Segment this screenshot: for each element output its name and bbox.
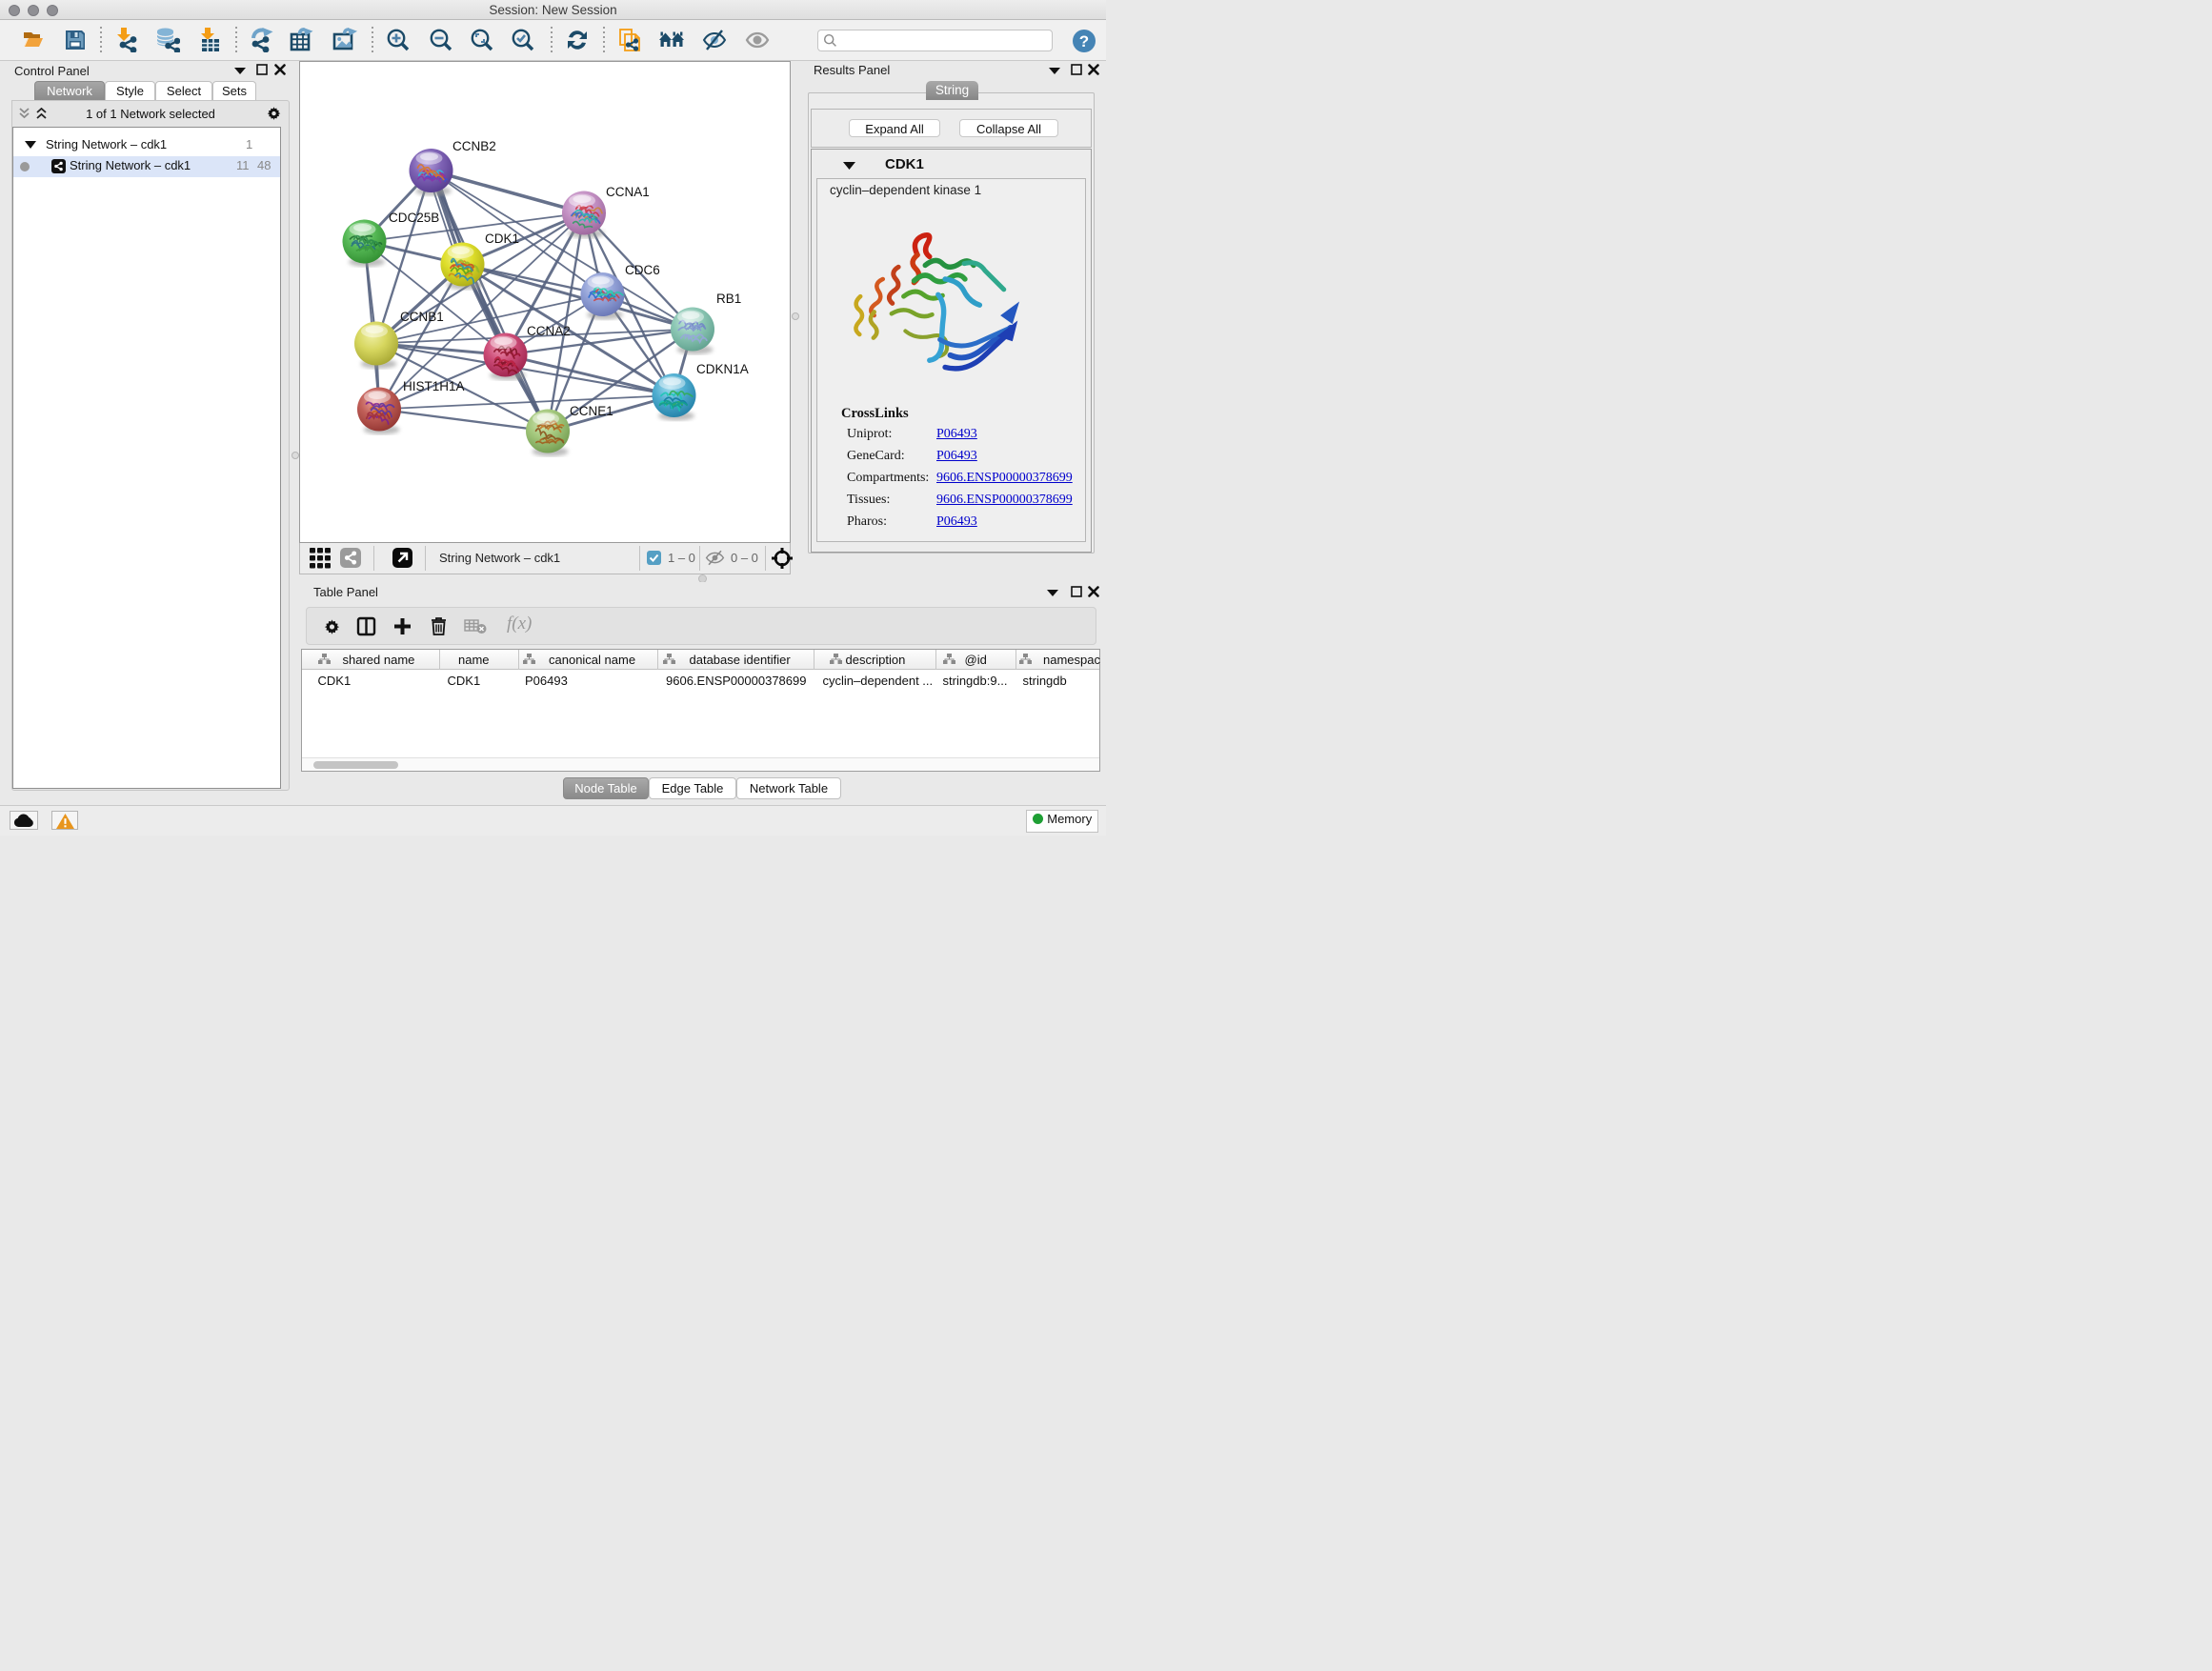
svg-text:CDC6: CDC6 xyxy=(625,263,660,277)
svg-text:CCNA2: CCNA2 xyxy=(527,324,571,338)
svg-text:?: ? xyxy=(1079,32,1089,50)
svg-text:RB1: RB1 xyxy=(716,292,741,306)
svg-text:CCNB2: CCNB2 xyxy=(452,139,496,153)
svg-text:CCNB1: CCNB1 xyxy=(400,310,444,324)
svg-text:CDC25B: CDC25B xyxy=(389,211,439,225)
svg-text:CDK1: CDK1 xyxy=(485,232,519,246)
svg-text:CCNE1: CCNE1 xyxy=(570,404,613,418)
svg-text:HIST1H1A: HIST1H1A xyxy=(403,379,465,393)
svg-text:CDKN1A: CDKN1A xyxy=(696,362,749,376)
svg-text:CCNA1: CCNA1 xyxy=(606,185,650,199)
